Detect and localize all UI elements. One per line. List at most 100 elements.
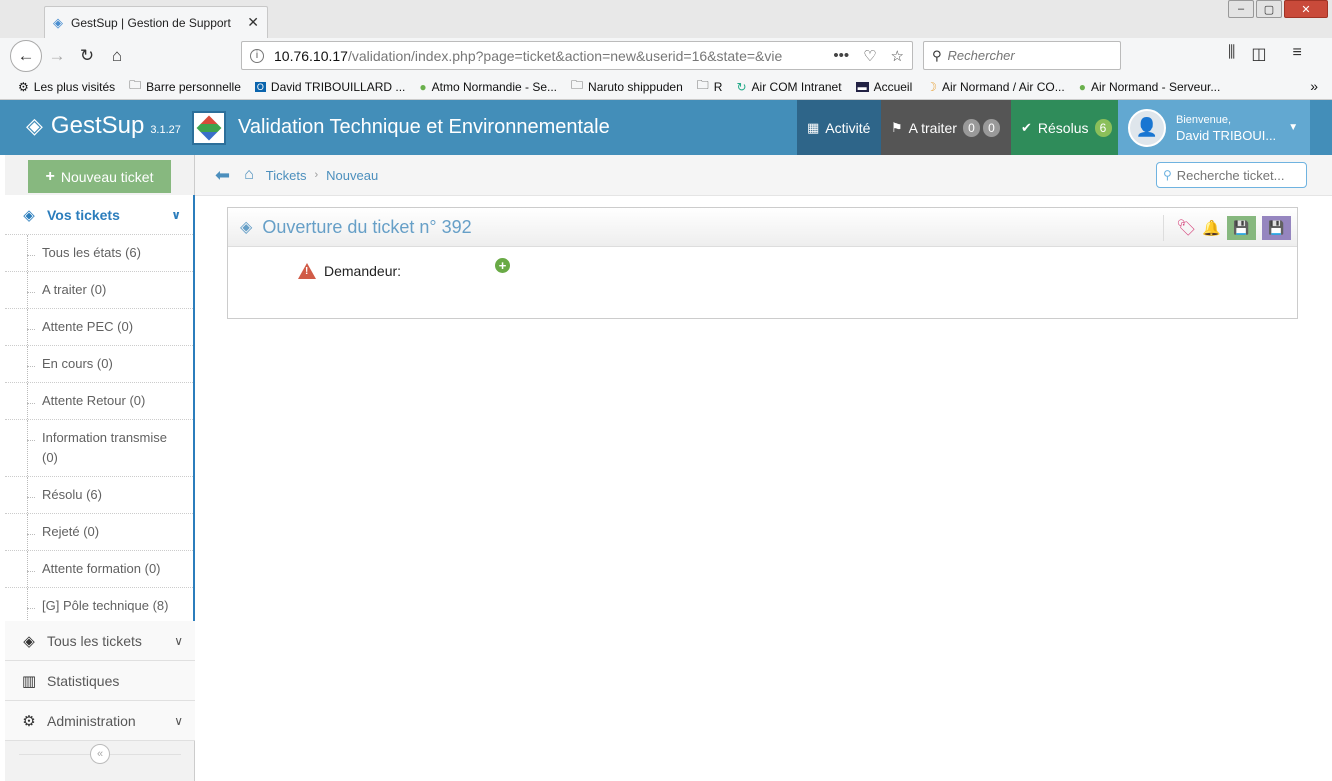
moon-icon: ☽ bbox=[926, 79, 938, 94]
maximize-button[interactable]: ▢ bbox=[1256, 0, 1282, 18]
bookmark-item[interactable]: 🗀 Naruto shippuden bbox=[571, 76, 683, 97]
widget-toolbar: 🏷 🔔 💾 💾 bbox=[1163, 215, 1291, 241]
bed-icon: ▬ bbox=[855, 81, 869, 92]
library-icon[interactable]: ⫼ bbox=[1228, 44, 1235, 64]
ticket-title: Ouverture du ticket n° 392 bbox=[262, 216, 472, 237]
info-icon[interactable]: i bbox=[250, 48, 264, 63]
swirl-icon: ↻ bbox=[736, 79, 747, 94]
sidebar-item-administration[interactable]: ⚙ Administration ∨ bbox=[5, 701, 195, 741]
badge: 6 bbox=[1094, 118, 1112, 137]
bookmark-item[interactable]: ▬ Accueil bbox=[855, 80, 912, 94]
chevron-down-icon: ∨ bbox=[174, 713, 183, 728]
warning-icon: ! bbox=[298, 263, 316, 279]
sidebar: + Nouveau ticket ◈ Vos tickets ∨ Tous le… bbox=[5, 155, 195, 781]
sidebar-item-tous-tickets[interactable]: ◈ Tous les tickets ∨ bbox=[5, 621, 195, 661]
bookmark-item[interactable]: O David TRIBOUILLARD ... bbox=[254, 80, 405, 94]
new-ticket-button[interactable]: + Nouveau ticket bbox=[28, 160, 171, 193]
double-chevron-left-icon[interactable]: « bbox=[90, 744, 110, 764]
company-logo bbox=[192, 111, 226, 145]
logo[interactable]: ◈ GestSup 3.1.27 bbox=[26, 112, 181, 140]
chevron-down-icon: ∨ bbox=[174, 633, 183, 648]
arrow-left-icon[interactable]: ⬅ bbox=[215, 165, 230, 186]
ticket-icon: ◈ bbox=[23, 206, 35, 224]
resolus-button[interactable]: ✔ Résolus 6 bbox=[1011, 100, 1118, 155]
pocket-icon[interactable]: ♡ bbox=[863, 47, 876, 65]
forward-button[interactable]: → bbox=[42, 41, 72, 71]
outlook-icon: O bbox=[254, 81, 266, 92]
sidebar-item-statistiques[interactable]: ▥ Statistiques bbox=[5, 661, 195, 701]
page-actions-icon[interactable]: ••• bbox=[833, 47, 849, 65]
bookmark-item[interactable]: 🗀 R bbox=[697, 76, 723, 97]
demandeur-label: Demandeur: bbox=[324, 263, 402, 279]
tags-icon[interactable]: 🏷 bbox=[1176, 218, 1196, 238]
browser-navbar: ← → ↻ ⌂ i 10.76.10.17 /validation/index.… bbox=[0, 38, 1332, 74]
bookmark-item[interactable]: 🗀 Barre personnelle bbox=[129, 76, 241, 97]
check-circle-icon: ✔ bbox=[1021, 119, 1032, 135]
ticket-icon: ◈ bbox=[240, 219, 253, 236]
gear-icon: ⚙ bbox=[18, 79, 29, 94]
ticket-icon: ◈ bbox=[23, 632, 35, 650]
badge: 0 bbox=[962, 118, 980, 137]
close-window-button[interactable]: ✕ bbox=[1284, 0, 1328, 18]
url-host: 10.76.10.17 bbox=[274, 47, 348, 64]
user-name: David TRIBOUI... bbox=[1176, 127, 1277, 143]
demandeur-row: ! Demandeur: + bbox=[298, 258, 510, 279]
browser-tab[interactable]: ◈ GestSup | Gestion de Support ✕ bbox=[44, 6, 268, 38]
sidebar-item-attente-pec[interactable]: Attente PEC (0) bbox=[5, 308, 193, 345]
bookmark-item[interactable]: ↻ Air COM Intranet bbox=[736, 80, 841, 94]
sidebar-item-tous-etats[interactable]: Tous les états (6) bbox=[5, 234, 193, 271]
bookmark-item[interactable]: ☽ Air Normand / Air CO... bbox=[926, 80, 1064, 94]
a-traiter-button[interactable]: ⚑ A traiter 0 0 bbox=[881, 100, 1011, 155]
sidebar-item-vos-tickets[interactable]: ◈ Vos tickets ∨ bbox=[5, 195, 195, 235]
folder-icon: 🗀 bbox=[696, 78, 709, 92]
bookmark-item[interactable]: ● Air Normand - Serveur... bbox=[1079, 80, 1221, 94]
sidebar-item-attente-retour[interactable]: Attente Retour (0) bbox=[5, 382, 193, 419]
folder-icon: 🗀 bbox=[571, 78, 584, 92]
close-tab-icon[interactable]: ✕ bbox=[247, 14, 259, 31]
avatar: 👤 bbox=[1128, 108, 1166, 147]
ticket-icon: ◈ bbox=[26, 113, 43, 138]
reload-button[interactable]: ↻ bbox=[72, 41, 102, 71]
browser-titlebar: ◈ GestSup | Gestion de Support ✕ – ▢ ✕ bbox=[0, 0, 1332, 38]
back-button[interactable]: ← bbox=[10, 40, 42, 72]
bell-icon[interactable]: 🔔 bbox=[1202, 219, 1221, 237]
badge: 0 bbox=[982, 118, 1000, 137]
sidebar-item-rejete[interactable]: Rejeté (0) bbox=[5, 513, 193, 550]
minimize-button[interactable]: – bbox=[1228, 0, 1254, 18]
sidebar-item-information-transmise[interactable]: Information transmise (0) bbox=[5, 419, 193, 476]
more-bookmarks-icon[interactable]: » bbox=[1310, 78, 1318, 94]
home-button[interactable]: ⌂ bbox=[102, 41, 132, 71]
ticket-search[interactable]: ⚲ bbox=[1156, 162, 1307, 188]
home-icon[interactable]: ⌂ bbox=[244, 166, 254, 184]
save-button[interactable]: 💾 bbox=[1227, 216, 1256, 240]
breadcrumb-tickets[interactable]: Tickets bbox=[266, 168, 307, 183]
sidebar-item-resolu[interactable]: Résolu (6) bbox=[5, 476, 193, 513]
browser-search-input[interactable] bbox=[947, 48, 1098, 63]
app-header: ◈ GestSup 3.1.27 Validation Technique et… bbox=[0, 100, 1332, 155]
menu-icon[interactable]: ≡ bbox=[1293, 44, 1302, 64]
bookmark-item[interactable]: ● Atmo Normandie - Se... bbox=[419, 80, 557, 94]
activite-button[interactable]: ▦ Activité bbox=[797, 100, 881, 155]
sidebar-toggle-icon[interactable]: ◫ bbox=[1251, 44, 1266, 64]
save-close-button[interactable]: 💾 bbox=[1262, 216, 1291, 240]
search-icon: ⚲ bbox=[932, 47, 942, 63]
add-user-icon[interactable]: + bbox=[495, 258, 510, 273]
breadcrumb-nouveau[interactable]: Nouveau bbox=[326, 168, 378, 183]
floppy-icon: 💾 bbox=[1233, 220, 1250, 235]
tab-title: GestSup | Gestion de Support bbox=[71, 15, 231, 30]
ticket-search-input[interactable] bbox=[1176, 167, 1295, 183]
sidebar-item-a-traiter[interactable]: A traiter (0) bbox=[5, 271, 193, 308]
url-bar[interactable]: i 10.76.10.17 /validation/index.php?page… bbox=[241, 41, 913, 70]
vos-tickets-submenu: Tous les états (6) A traiter (0) Attente… bbox=[5, 234, 195, 624]
floppy-icon: 💾 bbox=[1268, 220, 1285, 235]
sidebar-item-pole-technique[interactable]: [G] Pôle technique (8) bbox=[5, 587, 193, 624]
sidebar-item-en-cours[interactable]: En cours (0) bbox=[5, 345, 193, 382]
browser-search[interactable]: ⚲ bbox=[923, 41, 1121, 70]
breadcrumb: ⬅ ⌂ Tickets › Nouveau ⚲ bbox=[195, 155, 1332, 196]
sidebar-item-attente-formation[interactable]: Attente formation (0) bbox=[5, 550, 193, 587]
window-controls: – ▢ ✕ bbox=[1226, 0, 1328, 18]
apple-icon: ● bbox=[1078, 79, 1086, 94]
bookmark-item[interactable]: ⚙ Les plus visités bbox=[18, 80, 115, 94]
user-menu[interactable]: 👤 Bienvenue, David TRIBOUI... ▼ bbox=[1118, 100, 1310, 155]
bookmark-star-icon[interactable]: ☆ bbox=[891, 47, 904, 65]
